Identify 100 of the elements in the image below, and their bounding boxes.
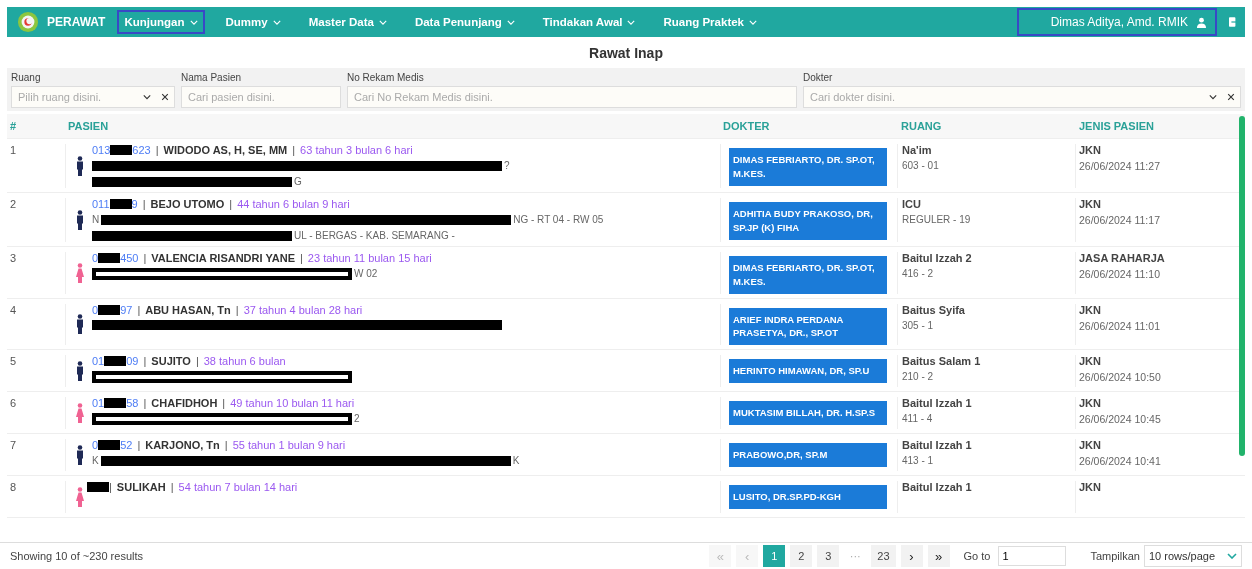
visit-date: 26/06/2024 11:10 [1079, 268, 1161, 280]
address-text: K [512, 455, 520, 467]
column-header: RUANG [900, 120, 943, 132]
chevron-icon [189, 19, 198, 25]
column-header: # [9, 120, 18, 132]
visit-date: 26/06/2024 11:17 [1079, 214, 1161, 226]
separator: | [143, 355, 147, 368]
separator: | [300, 252, 303, 264]
user-icon [1196, 16, 1207, 28]
doctor-button[interactable]: DIMAS FEBRIARTO, DR. SP.OT, M.KES. [729, 256, 887, 294]
page-button[interactable]: 2 [790, 545, 813, 567]
page-nav-button[interactable]: › [900, 545, 923, 567]
patient-type: JKN [1079, 144, 1102, 156]
patient-type: JKN [1079, 439, 1102, 452]
address-text: NG - RT 04 - RW 05 [513, 214, 604, 225]
doctor-button[interactable]: ADHITIA BUDY PRAKOSO, DR, SP.JP (K) FIHA [729, 202, 887, 240]
menu-item[interactable]: Ruang Praktek [656, 10, 764, 34]
redaction-bar [109, 199, 132, 209]
goto-field[interactable]: 1 [998, 546, 1067, 566]
menu-item[interactable]: Master Data [301, 10, 394, 34]
page-nav-button[interactable]: » [927, 545, 950, 567]
address-text: G [294, 176, 302, 187]
clear-icon[interactable] [1227, 93, 1235, 101]
row-number: 3 [10, 252, 17, 264]
logout-icon[interactable] [1229, 17, 1237, 27]
separator: | [235, 303, 239, 316]
menu-item[interactable]: Tindakan Awal [535, 10, 643, 34]
scrollbar[interactable] [1239, 116, 1245, 456]
record-number: 0 [92, 252, 99, 264]
doctor-button[interactable]: MUKTASIM BILLAH, DR. H.SP.S [729, 401, 887, 425]
separator: | [292, 144, 296, 156]
record-number: 623 [132, 144, 151, 156]
column-header: DOKTER [722, 120, 771, 132]
record-number: 011 [92, 198, 110, 210]
column-header: JENIS PASIEN [1078, 120, 1155, 132]
rows-label: Tampilkan [1090, 550, 1140, 562]
doctor-button[interactable]: HERINTO HIMAWAN, DR, SP.U [729, 359, 887, 383]
room-name: Na'im [902, 144, 933, 156]
input-field[interactable]: Cari pasien disini. [181, 86, 341, 108]
record-number: 97 [120, 303, 133, 316]
patient-name: SULIKAH [116, 481, 166, 494]
separator: | [229, 198, 233, 210]
redaction-bar [110, 145, 133, 155]
menu-item[interactable]: Data Penunjang [407, 10, 522, 34]
redaction-bar [104, 356, 127, 367]
doctor-button[interactable]: LUSITO, DR.SP.PD-KGH [729, 485, 887, 509]
page-button[interactable]: 3 [817, 545, 840, 567]
chevron-icon[interactable] [143, 93, 151, 101]
row-number: 8 [10, 481, 17, 494]
rows-per-page-select[interactable]: 10 rows/page [1143, 545, 1242, 567]
record-number: 9 [131, 198, 138, 210]
patient-type: JKN [1079, 481, 1102, 494]
address-text: K [92, 455, 99, 467]
address-text: W 02 [354, 268, 378, 279]
address-text: N [92, 214, 100, 225]
patient-type: JASA RAHARJA [1079, 252, 1166, 264]
bed-number: 305 - 1 [902, 319, 935, 331]
patient-age: 49 tahun 10 bulan 11 hari [230, 397, 355, 410]
row-number: 4 [10, 303, 17, 316]
chevron-icon [749, 19, 757, 25]
address-text: ? [504, 160, 510, 171]
room-name: Baitul Izzah 2 [902, 252, 973, 264]
patient-age: 63 tahun 3 bulan 6 hari [300, 144, 413, 156]
user-menu[interactable]: Dimas Aditya, Amd. RMIK [1016, 8, 1217, 36]
patient-name: SUJITO [151, 355, 191, 368]
doctor-button[interactable]: PRABOWO,DR, SP.M [729, 443, 887, 467]
row-number: 1 [10, 144, 17, 156]
chevron-icon [272, 19, 281, 25]
patient-age: 44 tahun 6 bulan 9 hari [237, 198, 350, 210]
patient-name: KARJONO, Tn [145, 439, 220, 452]
brand-name: PERAWAT [47, 15, 106, 29]
doctor-button[interactable]: ARIEF INDRA PERDANA PRASETYA, DR., SP.OT [729, 307, 887, 346]
separator: | [137, 303, 141, 316]
bed-number: 210 - 2 [902, 371, 935, 383]
record-number: 01 [92, 355, 105, 368]
clear-icon[interactable] [161, 93, 169, 101]
room-name: ICU [902, 198, 922, 210]
page-button[interactable]: 23 [871, 545, 896, 567]
menu-item[interactable]: Dummy [218, 10, 288, 34]
separator: | [142, 198, 146, 210]
select-field[interactable]: Pilih ruang disini. [11, 86, 175, 108]
chevron-icon[interactable] [1209, 93, 1217, 101]
redaction-bar [104, 398, 127, 409]
visit-date: 26/06/2024 11:01 [1079, 319, 1161, 332]
doctor-button[interactable]: DIMAS FEBRIARTO, DR. SP.OT, M.KES. [729, 148, 887, 186]
room-name: Baitul Izzah 1 [902, 439, 973, 452]
input-field[interactable]: Cari No Rekam Medis disini. [347, 86, 797, 108]
filter-label: No Rekam Medis [347, 72, 425, 83]
menu-item[interactable]: Kunjungan [117, 10, 205, 34]
select-field[interactable]: Cari dokter disini. [803, 86, 1241, 108]
chevron-icon [506, 19, 515, 25]
patient-age: 54 tahun 7 bulan 14 hari [178, 481, 298, 494]
bed-number: REGULER - 19 [902, 214, 972, 225]
page-title: Rawat Inap [588, 45, 664, 61]
filter-label: Dokter [803, 72, 834, 83]
page-button[interactable]: 1 [763, 545, 786, 567]
goto-label: Go to [963, 550, 991, 562]
record-number: 450 [120, 252, 139, 264]
patient-age: 23 tahun 11 bulan 15 hari [307, 252, 432, 264]
record-number: 01 [92, 397, 105, 410]
